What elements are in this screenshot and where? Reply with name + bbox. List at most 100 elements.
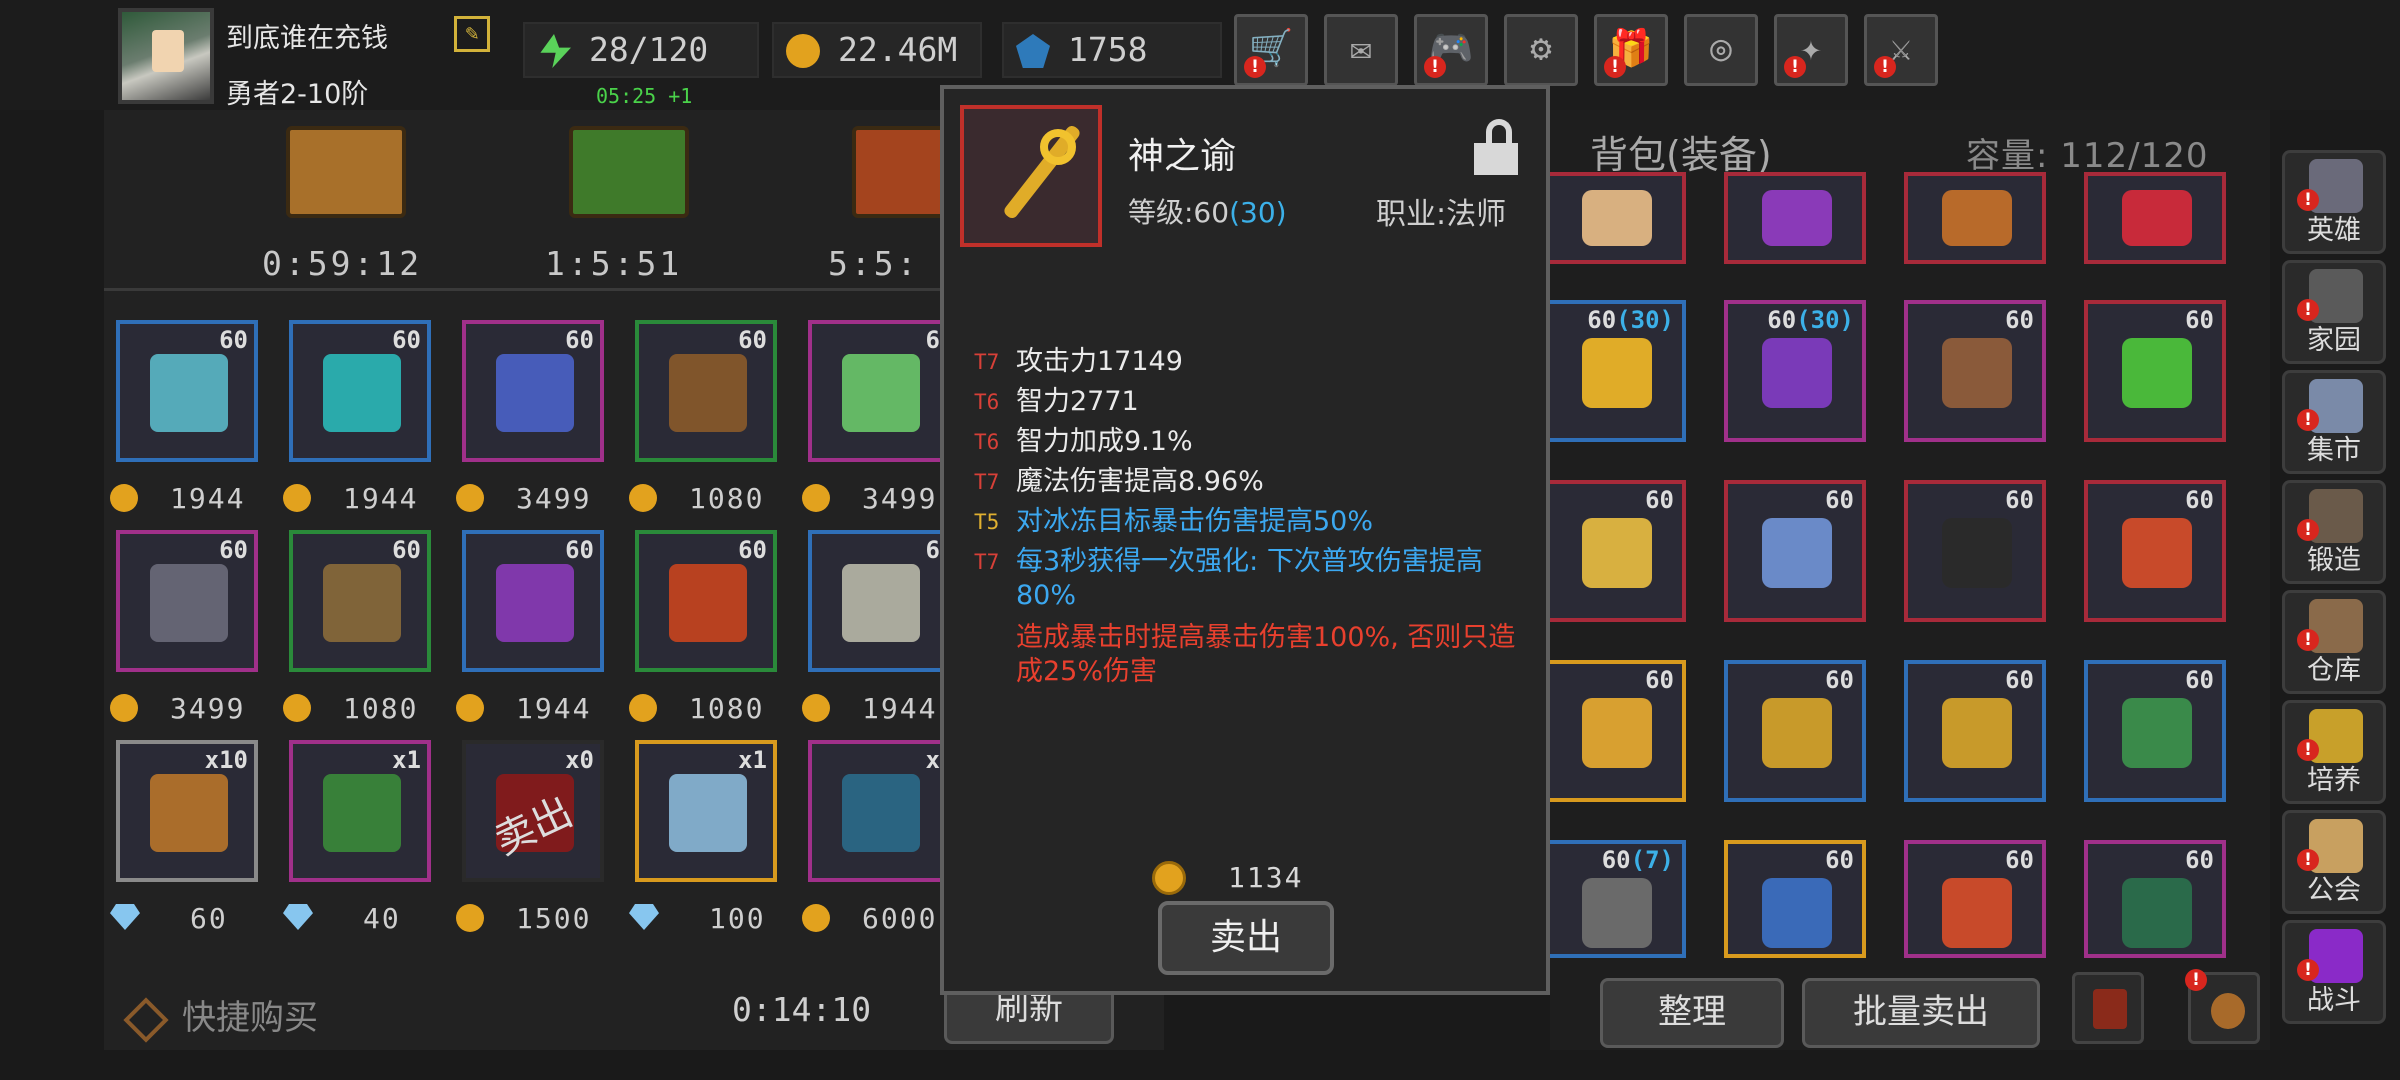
- level-bonus: (30): [1616, 306, 1674, 334]
- shop-item-slot[interactable]: x1: [289, 740, 431, 882]
- crossed-swords-icon[interactable]: ⚔: [1864, 14, 1938, 86]
- bag-item-slot[interactable]: 60(30): [1544, 300, 1686, 442]
- bag-item-filter-icon[interactable]: !: [2185, 969, 2260, 1044]
- item-price: 1080: [343, 692, 419, 725]
- bag-item-slot[interactable]: [1724, 172, 1866, 264]
- gift-icon[interactable]: 🎁: [1594, 14, 1668, 86]
- item-level: x: [925, 746, 940, 774]
- bag-item-slot[interactable]: 60: [1904, 300, 2046, 442]
- alert-badge: !: [2185, 969, 2207, 991]
- aperture-wheel-icon[interactable]: ◎: [1684, 14, 1758, 86]
- bag-item-slot[interactable]: 60(30): [1724, 300, 1866, 442]
- shop-item-slot[interactable]: x1: [635, 740, 777, 882]
- alert-badge: !: [1604, 56, 1626, 78]
- stat-tier: T6: [974, 430, 1000, 454]
- shop-item-slot[interactable]: x10: [116, 740, 258, 882]
- shop-item-slot[interactable]: 60: [289, 530, 431, 672]
- bag-item-slot[interactable]: 60: [2084, 840, 2226, 958]
- item-price: 3499: [170, 692, 246, 725]
- stat-text: 对冰冻目标暴击伤害提高50%: [1016, 506, 1374, 537]
- shop-item-slot[interactable]: 60: [289, 320, 431, 462]
- fireworks-icon[interactable]: ✦: [1774, 14, 1848, 86]
- shop-item-slot[interactable]: x: [808, 740, 950, 882]
- level-value: 60: [2185, 666, 2214, 694]
- armor-filter-icon[interactable]: [2072, 972, 2144, 1044]
- side-nav-6[interactable]: 公会!: [2282, 810, 2386, 914]
- item-art: [669, 774, 747, 852]
- bag-item-slot[interactable]: 60: [1904, 480, 2046, 622]
- alert-badge: !: [1424, 56, 1446, 78]
- bag-item-slot[interactable]: 60: [1904, 840, 2046, 958]
- bag-item-slot[interactable]: 60: [1904, 660, 2046, 802]
- stat-text: 每3秒获得一次强化: 下次普攻伤害提高80%: [1016, 546, 1483, 611]
- item-level: 60: [2005, 486, 2034, 514]
- item-art: [1762, 518, 1832, 588]
- bulk-sell-button[interactable]: 批量卖出: [1802, 978, 2040, 1048]
- alert-badge: !: [2297, 849, 2319, 871]
- item-art: [1942, 878, 2012, 948]
- shop-item-slot[interactable]: x0 卖出: [462, 740, 604, 882]
- mail-icon[interactable]: ✉: [1324, 14, 1398, 86]
- shop-item-slot[interactable]: 60: [635, 530, 777, 672]
- item-level: 60: [738, 326, 767, 354]
- sell-button[interactable]: 卖出: [1158, 901, 1334, 975]
- quick-buy-button[interactable]: 快捷购买: [130, 990, 318, 1039]
- gamepad-icon[interactable]: 🎮: [1414, 14, 1488, 86]
- side-nav-7[interactable]: 战斗!: [2282, 920, 2386, 1024]
- shop-item-slot[interactable]: 60: [116, 530, 258, 672]
- bag-item-slot[interactable]: 60: [1724, 480, 1866, 622]
- shop-item-slot[interactable]: 60: [635, 320, 777, 462]
- alert-badge: !: [2297, 299, 2319, 321]
- chest-2[interactable]: [569, 126, 689, 226]
- level-bonus: (7): [1630, 846, 1674, 874]
- item-art: [1762, 190, 1832, 246]
- shop-item-slot[interactable]: 60: [462, 530, 604, 672]
- shop-cart-icon[interactable]: 🛒: [1234, 14, 1308, 86]
- side-nav-5[interactable]: 培养!: [2282, 700, 2386, 804]
- item-art: [842, 354, 920, 432]
- shop-item-slot[interactable]: 6: [808, 530, 950, 672]
- gold-coin-icon: [629, 484, 657, 512]
- gold-coin-icon: [1152, 861, 1186, 895]
- item-class: 职业:法师: [1376, 197, 1507, 232]
- bag-item-slot[interactable]: 60: [1724, 840, 1866, 958]
- chest-1[interactable]: [286, 126, 406, 226]
- gold-counter[interactable]: 22.46M: [772, 22, 982, 78]
- bag-item-slot[interactable]: [1904, 172, 2046, 264]
- energy-value: 28/120: [589, 30, 709, 69]
- gem-counter[interactable]: 1758: [1002, 22, 1222, 78]
- bag-item-slot[interactable]: [2084, 172, 2226, 264]
- stat-tier: T7: [974, 350, 1000, 374]
- bag-item-slot[interactable]: 60: [2084, 660, 2226, 802]
- item-price: 1080: [689, 482, 765, 515]
- sort-button[interactable]: 整理: [1600, 978, 1784, 1048]
- item-price: 40: [363, 902, 401, 935]
- item-art: [2122, 878, 2192, 948]
- chest-timer: 0:59:12: [262, 244, 423, 283]
- bag-item-slot[interactable]: 60: [2084, 480, 2226, 622]
- side-nav-0[interactable]: 英雄!: [2282, 150, 2386, 254]
- bag-item-slot[interactable]: 60: [1544, 660, 1686, 802]
- edit-name-icon[interactable]: ✎: [454, 16, 490, 52]
- level-bonus: (30): [1796, 306, 1854, 334]
- item-price: 1944: [862, 692, 938, 725]
- unlock-icon[interactable]: [1474, 119, 1518, 175]
- bag-item-slot[interactable]: 60: [2084, 300, 2226, 442]
- side-nav-1[interactable]: 家园!: [2282, 260, 2386, 364]
- shop-item-slot[interactable]: 60: [462, 320, 604, 462]
- settings-gear-icon[interactable]: ⚙: [1504, 14, 1578, 86]
- player-avatar[interactable]: [118, 8, 214, 104]
- shop-item-slot[interactable]: 60: [116, 320, 258, 462]
- bag-item-slot[interactable]: 60(7): [1544, 840, 1686, 958]
- item-level: 60: [219, 326, 248, 354]
- bag-item-slot[interactable]: [1544, 172, 1686, 264]
- nav-label: 公会: [2307, 875, 2361, 906]
- refresh-timer: 0:14:10: [732, 990, 872, 1029]
- side-nav-4[interactable]: 仓库!: [2282, 590, 2386, 694]
- side-nav-2[interactable]: 集市!: [2282, 370, 2386, 474]
- bag-item-slot[interactable]: 60: [1544, 480, 1686, 622]
- bag-item-slot[interactable]: 60: [1724, 660, 1866, 802]
- side-nav-3[interactable]: 锻造!: [2282, 480, 2386, 584]
- shop-item-slot[interactable]: 6: [808, 320, 950, 462]
- item-art: [323, 354, 401, 432]
